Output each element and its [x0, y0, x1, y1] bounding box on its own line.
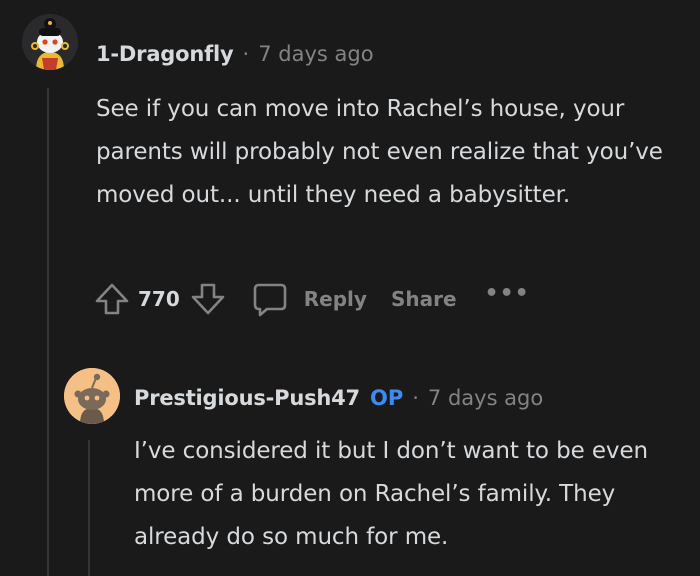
reply-button[interactable]: Reply — [252, 281, 367, 317]
thread-line[interactable] — [88, 440, 90, 576]
downvote-arrow-icon — [191, 283, 225, 315]
comment-body: I’ve considered it but I don’t want to b… — [134, 438, 648, 550]
meta-separator: · — [242, 42, 250, 66]
timestamp-link[interactable]: 7 days ago — [258, 42, 373, 66]
thread-line[interactable] — [47, 88, 49, 576]
comment-actions: 770 Reply Share ••• — [94, 278, 530, 320]
username-link[interactable]: 1-Dragonfly — [96, 42, 234, 66]
upvote-arrow-icon — [95, 283, 129, 315]
user-avatar[interactable] — [64, 368, 120, 424]
comment-meta: Prestigious-Push47 OP · 7 days ago — [134, 382, 543, 414]
upvote-button[interactable] — [94, 281, 130, 317]
vote-count: 770 — [138, 287, 180, 311]
user-avatar[interactable] — [22, 14, 78, 70]
timestamp-link[interactable]: 7 days ago — [428, 386, 543, 410]
reply-label: Reply — [303, 287, 367, 311]
comment-meta: 1-Dragonfly · 7 days ago — [96, 38, 374, 70]
username-link[interactable]: Prestigious-Push47 — [134, 386, 360, 410]
more-options-icon[interactable]: ••• — [485, 281, 530, 306]
downvote-button[interactable] — [190, 281, 226, 317]
comment-thread: 1-Dragonfly · 7 days ago See if you can … — [0, 0, 700, 576]
share-button[interactable]: Share — [391, 287, 457, 311]
snoo-avatar-icon — [22, 14, 78, 70]
snoo-avatar-icon — [64, 368, 120, 424]
meta-separator: · — [412, 386, 419, 410]
speech-bubble-icon — [253, 283, 287, 317]
op-badge: OP — [369, 386, 404, 410]
comment-body: See if you can move into Rachel’s house,… — [96, 96, 663, 208]
